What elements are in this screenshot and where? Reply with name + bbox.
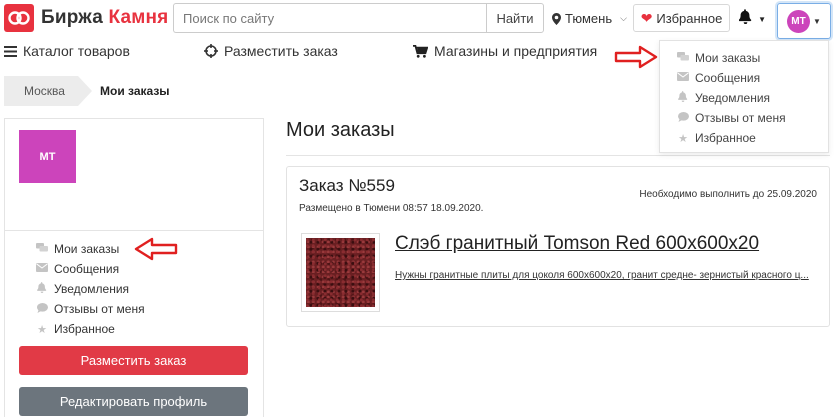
nav-catalog-label: Каталог товаров	[23, 43, 130, 59]
logo-icon	[4, 4, 34, 32]
granite-texture	[306, 238, 375, 307]
comments-icon	[36, 242, 48, 256]
sidebar-item-messages[interactable]: Сообщения	[36, 259, 145, 279]
order-due-date: Необходимо выполнить до 25.09.2020	[639, 189, 817, 200]
star-icon: ★	[37, 323, 47, 336]
breadcrumb: Москва Мои заказы	[4, 76, 170, 106]
logo-text-main: Биржа	[41, 7, 103, 28]
comment-icon	[677, 111, 689, 125]
site-logo[interactable]: Биржа Камня	[4, 4, 168, 32]
breadcrumb-current: Мои заказы	[100, 84, 170, 98]
nav-catalog[interactable]: Каталог товаров	[4, 43, 130, 59]
sidebar-item-label: Избранное	[54, 322, 115, 336]
sidebar-item-label: Уведомления	[54, 282, 130, 296]
city-label: Тюмень	[565, 11, 613, 26]
order-card: Заказ №559 Размещено в Тюмени 08:57 18.0…	[286, 166, 830, 327]
product-thumbnail[interactable]	[301, 233, 380, 312]
edit-profile-button[interactable]: Редактировать профиль	[19, 387, 248, 416]
dropdown-item-label: Избранное	[695, 131, 756, 145]
annotation-arrow-left-icon	[134, 237, 178, 261]
map-marker-icon	[552, 12, 561, 25]
page-title: Мои заказы	[286, 119, 395, 141]
heart-icon: ❤	[640, 9, 653, 26]
annotation-arrow-right-icon	[614, 45, 658, 69]
search-form: Найти	[173, 3, 544, 33]
divider	[5, 230, 263, 231]
bell-icon	[738, 9, 752, 24]
city-selector[interactable]: Тюмень ⌵	[552, 11, 627, 26]
sidebar-menu: Мои заказы Сообщения Уведомления Отзывы …	[36, 239, 145, 339]
place-order-button[interactable]: Разместить заказ	[19, 346, 248, 375]
comments-icon	[677, 51, 689, 65]
chevron-down-icon: ▼	[758, 15, 767, 24]
order-placed-info: Размещено в Тюмени 08:57 18.09.2020.	[299, 203, 484, 214]
chevron-down-icon: ⌵	[620, 13, 627, 23]
dropdown-item-label: Отзывы от меня	[695, 111, 786, 125]
sidebar-item-notifications[interactable]: Уведомления	[36, 279, 145, 299]
search-button[interactable]: Найти	[486, 3, 544, 33]
dropdown-item-reviews[interactable]: Отзывы от меня	[660, 108, 828, 128]
sidebar-item-label: Мои заказы	[54, 242, 120, 256]
profile-sidebar: МТ Мои заказы Сообщения Уведомления Отзы…	[4, 118, 264, 417]
bars-icon	[4, 45, 17, 57]
chevron-down-icon: ▼	[813, 16, 821, 26]
logo-text: Биржа Камня	[41, 7, 168, 29]
nav-place-order-label: Разместить заказ	[224, 43, 338, 59]
envelope-icon	[677, 72, 689, 84]
sidebar-item-reviews[interactable]: Отзывы от меня	[36, 299, 145, 319]
sidebar-item-label: Отзывы от меня	[54, 302, 145, 316]
dropdown-item-label: Сообщения	[695, 71, 761, 85]
user-dropdown-menu: Мои заказы Сообщения Уведомления Отзывы …	[659, 40, 829, 153]
nav-shops-label: Магазины и предприятия	[434, 43, 598, 59]
sidebar-item-label: Сообщения	[54, 262, 120, 276]
order-number: Заказ №559	[299, 176, 395, 195]
search-input[interactable]	[173, 3, 486, 33]
divider	[286, 155, 830, 156]
nav-shops[interactable]: Магазины и предприятия	[413, 43, 597, 59]
product-description-link[interactable]: Нужны гранитные плиты для цоколя 600х600…	[395, 268, 815, 283]
breadcrumb-city[interactable]: Москва	[4, 76, 92, 106]
favorites-label: Избранное	[656, 10, 723, 26]
dropdown-item-favorites[interactable]: ★ Избранное	[660, 128, 828, 148]
bell-icon	[677, 91, 689, 105]
user-menu-button[interactable]: МТ ▼	[777, 3, 831, 39]
bell-icon	[36, 282, 48, 296]
dropdown-item-label: Мои заказы	[695, 51, 761, 65]
dropdown-item-messages[interactable]: Сообщения	[660, 68, 828, 88]
comment-icon	[36, 302, 48, 316]
product-title-link[interactable]: Слэб гранитный Tomson Red 600х600х20	[395, 233, 759, 255]
favorites-button[interactable]: ❤ Избранное	[633, 4, 730, 32]
sidebar-item-my-orders[interactable]: Мои заказы	[36, 239, 145, 259]
avatar: МТ	[19, 130, 76, 183]
dropdown-item-notifications[interactable]: Уведомления	[660, 88, 828, 108]
dropdown-item-label: Уведомления	[695, 91, 771, 105]
dropdown-item-my-orders[interactable]: Мои заказы	[660, 48, 828, 68]
star-icon: ★	[678, 132, 688, 145]
avatar: МТ	[787, 9, 811, 33]
sidebar-item-favorites[interactable]: ★ Избранное	[36, 319, 145, 339]
nav-place-order[interactable]: Разместить заказ	[204, 43, 338, 59]
notifications-button[interactable]: ▼	[738, 9, 767, 28]
crosshairs-icon	[204, 44, 218, 58]
header: Биржа Камня Найти Тюмень ⌵ ❤ Избранное ▼…	[0, 0, 834, 39]
envelope-icon	[36, 263, 48, 275]
logo-text-accent: Камня	[108, 7, 169, 28]
cart-icon	[413, 44, 428, 58]
